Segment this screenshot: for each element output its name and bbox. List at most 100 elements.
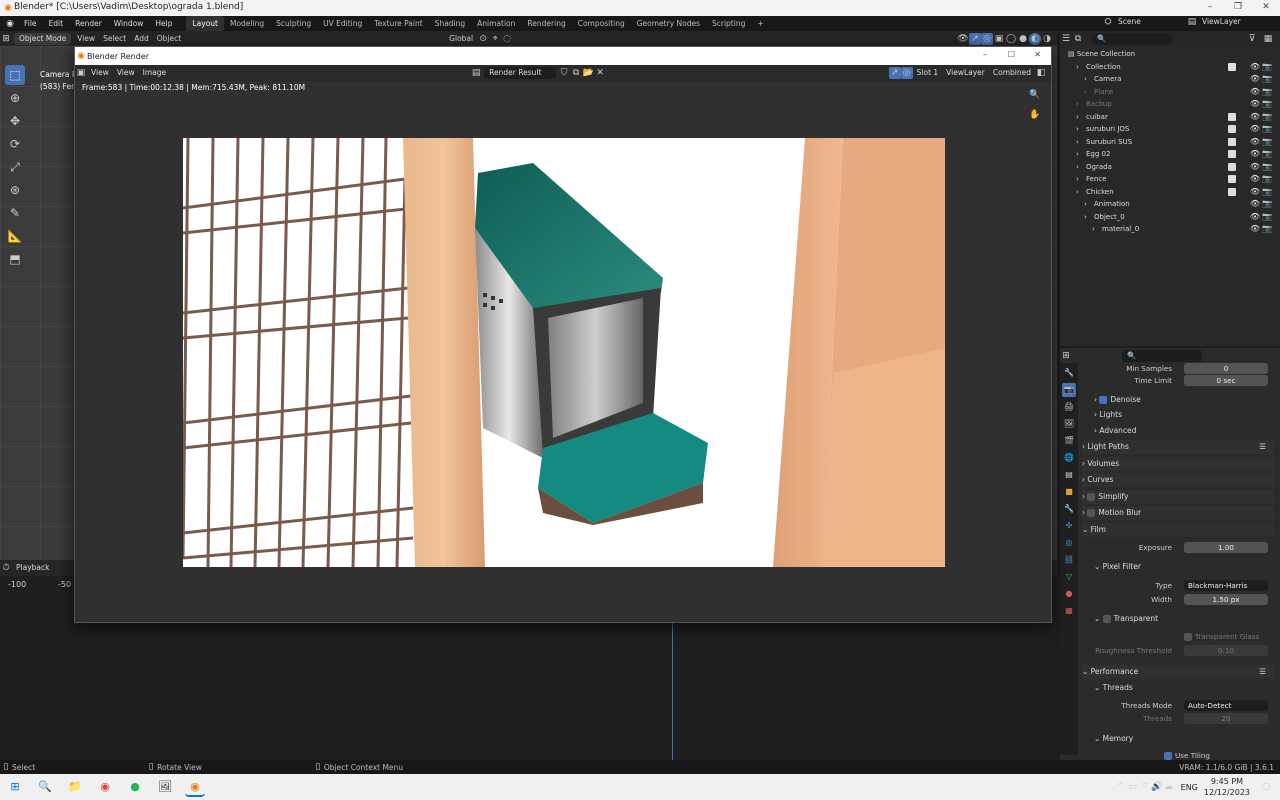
- outliner-row[interactable]: › Animation 👁 📷: [1060, 198, 1280, 211]
- transparent-checkbox[interactable]: [1102, 615, 1111, 623]
- pass-selector[interactable]: Combined: [989, 67, 1035, 79]
- simplify-panel[interactable]: › Simplify: [1082, 490, 1274, 504]
- visibility-eye-icon[interactable]: 👁: [1250, 73, 1260, 86]
- cursor-tool-icon[interactable]: ⊕: [5, 88, 25, 108]
- expand-arrow-icon[interactable]: ›: [1076, 173, 1079, 186]
- exclude-checkbox[interactable]: [1228, 137, 1236, 146]
- outliner-row[interactable]: › Camera 👁 📷: [1060, 73, 1280, 86]
- add-workspace-button[interactable]: +: [751, 16, 769, 31]
- filter-width-field[interactable]: 1.50 px: [1184, 594, 1268, 605]
- menu-file[interactable]: File: [18, 16, 43, 31]
- film-panel[interactable]: ⌄ Film: [1082, 523, 1274, 537]
- expand-arrow-icon[interactable]: ›: [1084, 198, 1087, 211]
- outliner-row[interactable]: › Ograda 👁 📷: [1060, 161, 1280, 174]
- advanced-subpanel[interactable]: › Advanced: [1094, 424, 1274, 438]
- menu-image[interactable]: Image: [139, 67, 171, 79]
- tab-sculpting[interactable]: Sculpting: [270, 16, 317, 31]
- render-camera-icon[interactable]: 📷: [1262, 211, 1272, 224]
- outliner-row[interactable]: › Collection 👁 📷: [1060, 61, 1280, 74]
- pixel-filter-subpanel[interactable]: ⌄ Pixel Filter: [1094, 560, 1274, 574]
- transparent-subpanel[interactable]: ⌄ Transparent: [1094, 612, 1274, 626]
- windows-start-icon[interactable]: ⊞: [5, 777, 25, 797]
- min-samples-field[interactable]: 0: [1184, 363, 1268, 374]
- view-mode-selector[interactable]: View: [87, 67, 113, 79]
- display-channels-icon[interactable]: ◧: [1035, 67, 1047, 79]
- open-image-icon[interactable]: 📂: [582, 67, 594, 79]
- pivot-icon[interactable]: ⊙: [477, 33, 489, 45]
- add-cube-tool-icon[interactable]: ⬒: [5, 249, 25, 269]
- slot-selector[interactable]: Slot 1: [913, 67, 943, 79]
- shading-solid-icon[interactable]: ●: [1017, 33, 1029, 45]
- pan-hand-icon[interactable]: ✋: [1029, 109, 1041, 121]
- visibility-eye-icon[interactable]: 👁: [1250, 111, 1260, 124]
- view-layer-tab-icon[interactable]: 🖼: [1062, 417, 1076, 431]
- menu-render[interactable]: Render: [69, 16, 108, 31]
- outliner-row[interactable]: › Fence 👁 📷: [1060, 173, 1280, 186]
- output-tab-icon[interactable]: 🖨: [1062, 400, 1076, 414]
- language-indicator[interactable]: ENG: [1181, 783, 1198, 792]
- volumes-panel[interactable]: › Volumes: [1082, 457, 1274, 471]
- measure-tool-icon[interactable]: 📐: [5, 226, 25, 246]
- light-paths-panel[interactable]: › Light Paths ☰: [1082, 440, 1274, 454]
- tab-uv-editing[interactable]: UV Editing: [317, 16, 368, 31]
- visibility-eye-icon[interactable]: 👁: [1250, 211, 1260, 224]
- transparent-glass-checkbox[interactable]: [1184, 633, 1192, 641]
- cloud-icon[interactable]: ☁: [1163, 781, 1175, 793]
- tab-shading[interactable]: Shading: [429, 16, 471, 31]
- shading-material-icon[interactable]: ◐: [1029, 32, 1041, 45]
- exclude-checkbox[interactable]: [1228, 187, 1236, 196]
- tab-modeling[interactable]: Modeling: [224, 16, 270, 31]
- visibility-eye-icon[interactable]: 👁: [1250, 161, 1260, 174]
- menu-help[interactable]: Help: [149, 16, 178, 31]
- particles-tab-icon[interactable]: ✣: [1062, 519, 1076, 533]
- performance-panel[interactable]: ⌄ Performance ☰: [1082, 665, 1274, 679]
- render-camera-icon[interactable]: 📷: [1262, 98, 1272, 111]
- visibility-eye-icon[interactable]: 👁: [1250, 98, 1260, 111]
- render-camera-icon[interactable]: 📷: [1262, 61, 1272, 74]
- orientation-selector[interactable]: Global: [445, 33, 477, 45]
- snap-icon[interactable]: ⌖: [489, 33, 501, 45]
- panel-options-icon[interactable]: ☰: [1259, 665, 1266, 679]
- expand-arrow-icon[interactable]: ›: [1084, 211, 1087, 224]
- zoom-icon[interactable]: 🔍: [1029, 89, 1041, 101]
- display-mode-icon[interactable]: ⧉: [1072, 33, 1084, 45]
- curves-panel[interactable]: › Curves: [1082, 473, 1274, 487]
- tab-rendering[interactable]: Rendering: [521, 16, 571, 31]
- expand-arrow-icon[interactable]: ›: [1076, 61, 1079, 74]
- exclude-checkbox[interactable]: [1228, 150, 1236, 158]
- tab-scripting[interactable]: Scripting: [706, 16, 751, 31]
- visibility-eye-icon[interactable]: 👁: [1250, 61, 1260, 74]
- visibility-eye-icon[interactable]: 👁: [1250, 123, 1260, 136]
- viewlayer-selector[interactable]: ViewLayer: [1198, 16, 1280, 28]
- overlay-toggle-icon[interactable]: ◎: [900, 67, 913, 79]
- render-camera-icon[interactable]: 📷: [1262, 173, 1272, 186]
- collection-tab-icon[interactable]: ▤: [1062, 468, 1076, 482]
- outliner-row[interactable]: › Object_0 👁 📷: [1060, 211, 1280, 224]
- gizmo-toggle-icon[interactable]: ↗: [888, 67, 901, 79]
- volume-icon[interactable]: 🔊: [1151, 781, 1163, 793]
- rotate-tool-icon[interactable]: ⟳: [5, 134, 25, 154]
- expand-arrow-icon[interactable]: ›: [1076, 148, 1079, 161]
- outliner-row[interactable]: › cuibar 👁 📷: [1060, 111, 1280, 124]
- exclude-checkbox[interactable]: [1228, 125, 1236, 133]
- motion-blur-panel[interactable]: › Motion Blur: [1082, 506, 1274, 520]
- world-tab-icon[interactable]: 🌐: [1062, 451, 1076, 465]
- visibility-eye-icon[interactable]: 👁: [1250, 186, 1260, 199]
- render-camera-icon[interactable]: 📷: [1262, 86, 1272, 99]
- panel-options-icon[interactable]: ☰: [1259, 440, 1266, 454]
- tab-animation[interactable]: Animation: [471, 16, 521, 31]
- maximize-button[interactable]: ❐: [1224, 0, 1252, 16]
- render-image[interactable]: [183, 138, 945, 567]
- chrome-icon[interactable]: ◉: [95, 777, 115, 797]
- gizmo-icon[interactable]: ↗: [969, 32, 981, 45]
- clock[interactable]: 9:45 PM 12/12/2023: [1204, 776, 1250, 798]
- notifications-icon[interactable]: ▢: [1260, 781, 1272, 793]
- menu-view[interactable]: View: [113, 67, 139, 79]
- outliner-editor-icon[interactable]: ☰: [1060, 33, 1072, 45]
- render-camera-icon[interactable]: 📷: [1262, 198, 1272, 211]
- expand-arrow-icon[interactable]: ›: [1076, 123, 1079, 136]
- outliner-row[interactable]: › Plane 👁 📷: [1060, 86, 1280, 99]
- scale-tool-icon[interactable]: ⤢: [5, 157, 25, 177]
- denoise-checkbox[interactable]: [1099, 396, 1108, 404]
- blender-taskbar-icon[interactable]: ◉: [185, 777, 205, 797]
